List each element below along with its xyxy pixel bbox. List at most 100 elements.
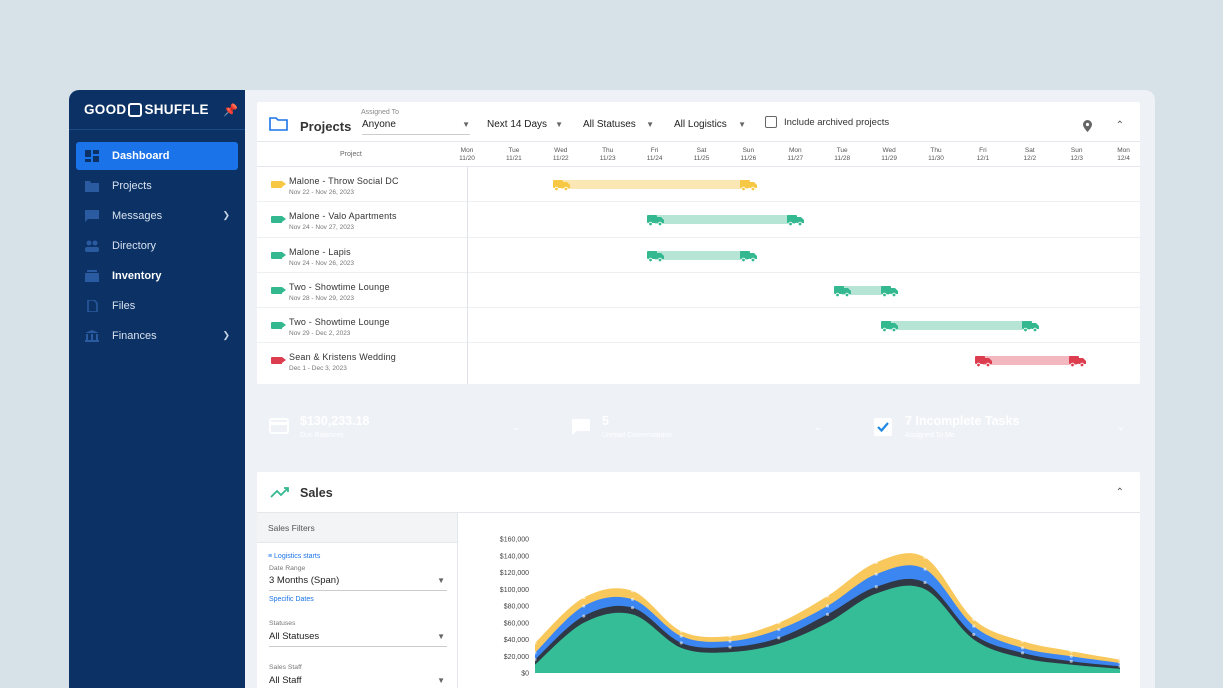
project-row[interactable]: Two - Showtime Lounge Nov 28 - Nov 29, 20… bbox=[257, 273, 1140, 309]
status-select[interactable]: All Statuses ▼ bbox=[583, 119, 654, 135]
data-point[interactable] bbox=[630, 597, 635, 601]
sales-staff-select[interactable]: All Staff ▼ bbox=[269, 675, 447, 688]
chevron-right-icon: ❯ bbox=[222, 210, 230, 220]
schedule-bar[interactable] bbox=[560, 180, 749, 189]
project-name[interactable]: Sean & Kristens Wedding bbox=[289, 352, 396, 362]
data-point[interactable] bbox=[533, 651, 537, 655]
data-point[interactable] bbox=[972, 624, 976, 628]
sidebar-item-inventory[interactable]: Inventory bbox=[76, 262, 238, 290]
data-point[interactable] bbox=[874, 585, 878, 589]
data-point[interactable] bbox=[923, 580, 927, 585]
sidebar-item-dashboard[interactable]: Dashboard bbox=[76, 142, 238, 170]
data-point[interactable] bbox=[972, 617, 976, 621]
data-point[interactable] bbox=[728, 645, 732, 649]
data-point[interactable] bbox=[630, 589, 635, 593]
project-row[interactable]: Malone - Valo Apartments Nov 24 - Nov 27,… bbox=[257, 202, 1140, 238]
data-point[interactable] bbox=[777, 621, 781, 625]
delivery-truck-icon[interactable] bbox=[646, 213, 664, 227]
data-point[interactable] bbox=[1069, 649, 1073, 653]
schedule-bar[interactable] bbox=[982, 356, 1077, 366]
project-row[interactable]: Malone - Lapis Nov 24 - Nov 26, 2023 bbox=[257, 238, 1140, 273]
logistics-starts-link[interactable]: ≡ Logistics starts bbox=[268, 553, 320, 560]
data-point[interactable] bbox=[679, 634, 683, 638]
sidebar-item-files[interactable]: Files bbox=[76, 292, 238, 320]
data-point[interactable] bbox=[1118, 664, 1122, 668]
pin-icon[interactable]: 📌 bbox=[223, 103, 238, 117]
sidebar-item-directory[interactable]: Directory bbox=[76, 232, 238, 260]
data-point[interactable] bbox=[533, 641, 537, 645]
logistics-select[interactable]: All Logistics ▼ bbox=[674, 119, 746, 135]
data-point[interactable] bbox=[1069, 659, 1073, 663]
sales-filters: Sales Filters ≡ Logistics starts Date Ra… bbox=[257, 513, 458, 688]
data-point[interactable] bbox=[825, 604, 830, 608]
sidebar-item-finances[interactable]: Finances ❯ bbox=[76, 322, 238, 350]
data-point[interactable] bbox=[825, 594, 830, 598]
date-range-select[interactable]: Next 14 Days ▼ bbox=[487, 119, 563, 135]
pickup-truck-icon[interactable] bbox=[1068, 354, 1086, 368]
project-row[interactable]: Malone - Throw Social DC Nov 22 - Nov 26,… bbox=[257, 167, 1140, 203]
specific-dates-link[interactable]: Specific Dates bbox=[269, 596, 314, 603]
collapse-icon[interactable]: ⌃ bbox=[1116, 120, 1124, 131]
data-point[interactable] bbox=[874, 572, 878, 576]
data-point[interactable] bbox=[1020, 651, 1025, 655]
data-point[interactable] bbox=[1118, 658, 1122, 662]
data-point[interactable] bbox=[777, 636, 781, 640]
pickup-truck-icon[interactable] bbox=[740, 249, 758, 262]
data-point[interactable] bbox=[728, 639, 732, 643]
project-name[interactable]: Malone - Lapis bbox=[289, 247, 351, 257]
project-name[interactable]: Malone - Throw Social DC bbox=[289, 176, 399, 186]
data-point[interactable] bbox=[972, 632, 976, 637]
data-point[interactable] bbox=[728, 634, 732, 638]
project-row[interactable]: Sean & Kristens Wedding Dec 1 - Dec 3, 20… bbox=[257, 343, 1140, 378]
data-point[interactable] bbox=[777, 627, 781, 632]
data-point[interactable] bbox=[874, 560, 878, 565]
sidebar-item-messages[interactable]: Messages ❯ bbox=[76, 202, 238, 230]
data-point[interactable] bbox=[1020, 639, 1025, 643]
assigned-to-select[interactable]: Anyone ▼ bbox=[362, 119, 470, 135]
data-point[interactable] bbox=[582, 596, 586, 600]
schedule-bar[interactable] bbox=[654, 250, 749, 260]
project-name[interactable]: Malone - Valo Apartments bbox=[289, 211, 397, 221]
delivery-truck-icon[interactable] bbox=[646, 249, 664, 262]
data-point[interactable] bbox=[630, 606, 635, 610]
schedule-bar[interactable] bbox=[889, 321, 1030, 331]
schedule-bar[interactable] bbox=[654, 215, 796, 225]
data-point[interactable] bbox=[1020, 646, 1025, 650]
delivery-truck-icon[interactable] bbox=[974, 354, 992, 368]
incomplete-tasks-tile[interactable]: 7 Incomplete Tasks Assigned To Me ⌄ bbox=[862, 404, 1139, 452]
data-point[interactable] bbox=[923, 567, 927, 571]
sidebar-item-label: Finances bbox=[112, 330, 157, 342]
data-point[interactable] bbox=[679, 629, 683, 633]
unread-conversations-tile[interactable]: 5 Unread Conversations ⌄ bbox=[559, 404, 836, 452]
sidebar-item-projects[interactable]: Projects bbox=[76, 172, 238, 200]
data-point[interactable] bbox=[923, 555, 927, 560]
tag-icon bbox=[271, 181, 286, 188]
delivery-truck-icon[interactable] bbox=[881, 319, 899, 333]
include-archived-checkbox[interactable] bbox=[765, 116, 777, 128]
pickup-truck-icon[interactable] bbox=[881, 284, 899, 298]
brand-logo[interactable]: GOOD SHUFFLE bbox=[84, 102, 209, 117]
due-balances-tile[interactable]: $130,233.18 Due Balances ⌄ bbox=[257, 404, 534, 452]
project-dates: Nov 24 - Nov 26, 2023 bbox=[289, 259, 355, 267]
data-point[interactable] bbox=[533, 658, 537, 662]
data-point[interactable] bbox=[1118, 661, 1122, 665]
pickup-truck-icon[interactable] bbox=[1021, 319, 1039, 333]
data-point[interactable] bbox=[582, 614, 586, 618]
project-row[interactable]: Two - Showtime Lounge Nov 29 - Dec 2, 202… bbox=[257, 308, 1140, 344]
collapse-icon[interactable]: ⌃ bbox=[1116, 487, 1124, 498]
logo-row: GOOD SHUFFLE 📌 bbox=[69, 90, 245, 130]
project-name[interactable]: Two - Showtime Lounge bbox=[289, 317, 390, 327]
data-point[interactable] bbox=[825, 612, 830, 616]
pickup-truck-icon[interactable] bbox=[787, 213, 805, 227]
delivery-truck-icon[interactable] bbox=[834, 284, 852, 298]
delivery-truck-icon[interactable] bbox=[552, 178, 570, 192]
statuses-select[interactable]: All Statuses ▼ bbox=[269, 631, 447, 647]
date-range-value: Next 14 Days bbox=[487, 119, 548, 130]
data-point[interactable] bbox=[582, 604, 586, 608]
project-name[interactable]: Two - Showtime Lounge bbox=[289, 282, 390, 292]
date-range-select[interactable]: 3 Months (Span) ▼ bbox=[269, 575, 447, 591]
data-point[interactable] bbox=[679, 641, 683, 645]
data-point[interactable] bbox=[1069, 654, 1073, 658]
pickup-truck-icon[interactable] bbox=[740, 178, 758, 192]
location-pin-icon[interactable] bbox=[1083, 120, 1092, 132]
